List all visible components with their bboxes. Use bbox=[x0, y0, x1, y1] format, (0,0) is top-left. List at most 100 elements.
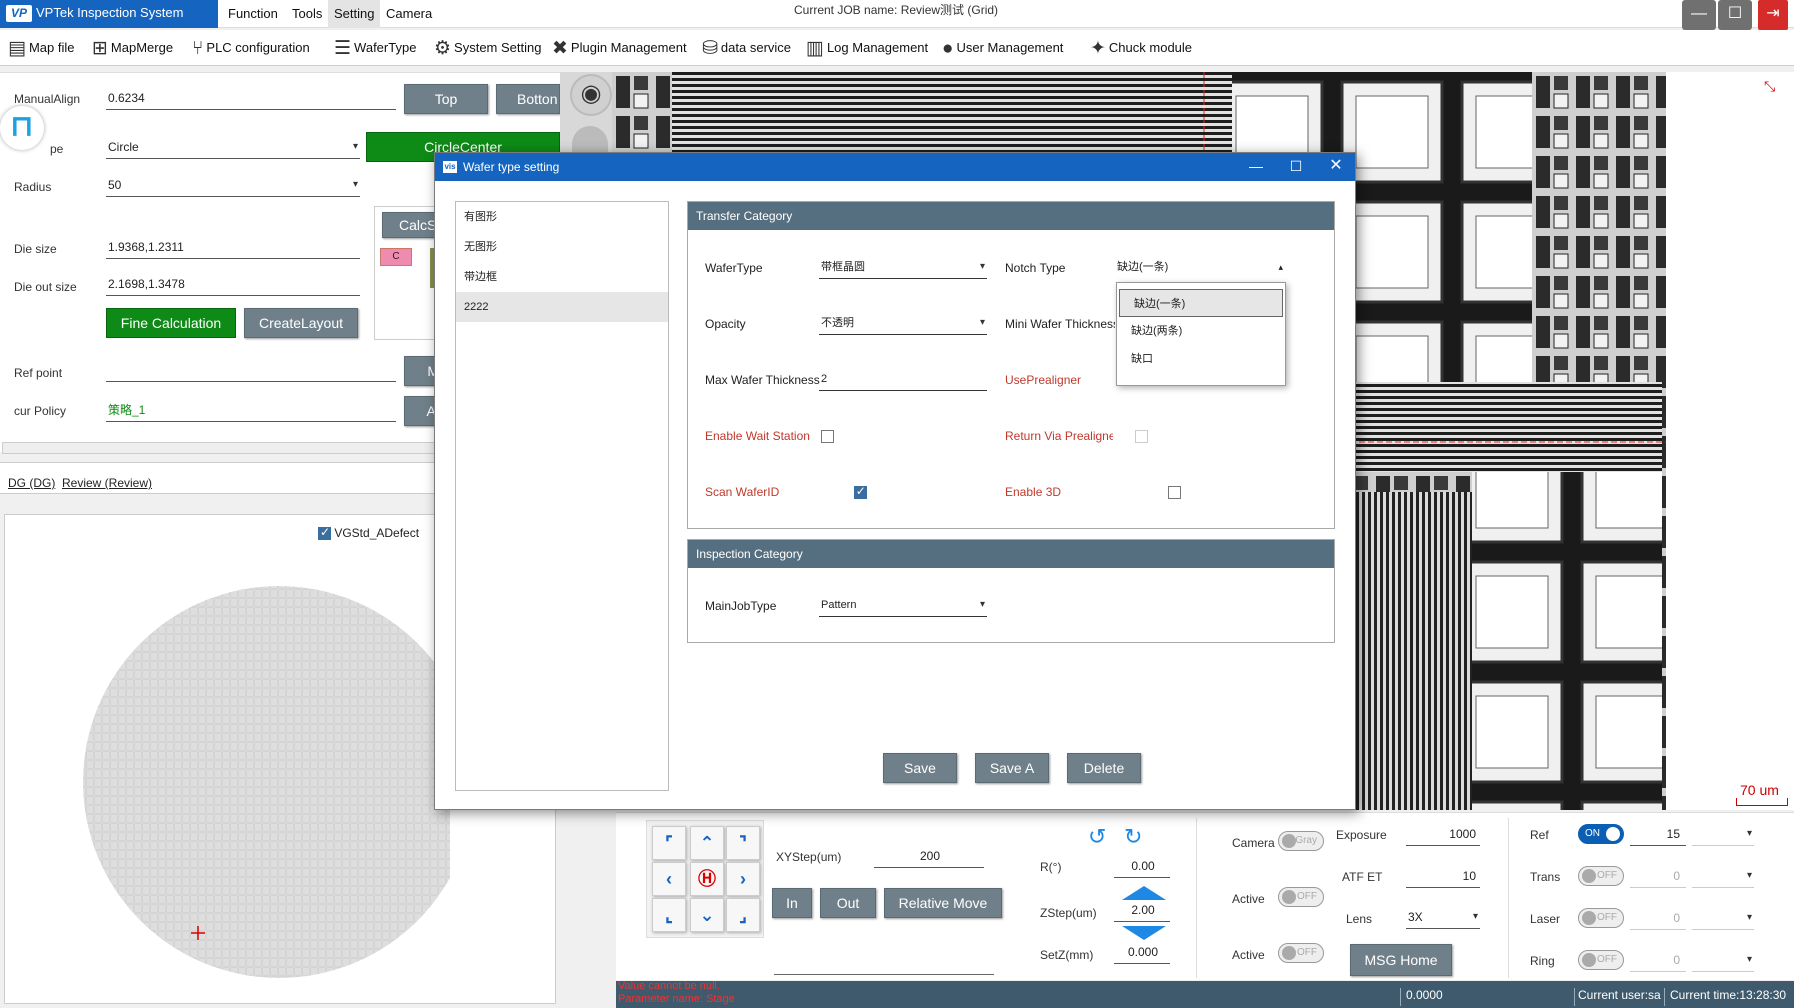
gray-toggle[interactable]: Gray bbox=[1278, 831, 1324, 851]
setz-field[interactable]: 0.000 bbox=[1114, 942, 1170, 964]
in-button[interactable]: In bbox=[772, 888, 812, 918]
save-as-button[interactable]: Save A bbox=[975, 753, 1049, 783]
atf-field[interactable]: 10 bbox=[1406, 866, 1480, 888]
home-icon[interactable]: Ⓗ bbox=[690, 862, 724, 896]
radius-combo[interactable]: 50 bbox=[106, 175, 360, 197]
jog-down-left-icon[interactable]: ⌞ bbox=[652, 898, 686, 932]
fine-calculation-button[interactable]: Fine Calculation bbox=[106, 308, 236, 338]
data-service-button[interactable]: ⛁ data service bbox=[702, 34, 791, 62]
return-prealigner-checkbox[interactable] bbox=[1135, 430, 1149, 444]
jog-down-icon[interactable]: ⌄ bbox=[690, 898, 724, 932]
rotate-cw-icon[interactable]: ↻ bbox=[1124, 824, 1142, 850]
ring-light-combo[interactable] bbox=[1692, 950, 1754, 972]
scan-waferid-checkbox[interactable] bbox=[853, 484, 867, 500]
list-item[interactable]: 带边框 bbox=[456, 262, 668, 292]
bottom-button[interactable]: Botton bbox=[496, 84, 560, 114]
lens-combo[interactable]: 3X bbox=[1406, 907, 1480, 929]
plc-config-button[interactable]: ⑂ PLC configuration bbox=[192, 34, 310, 62]
camera-icon[interactable]: ◉ bbox=[570, 74, 612, 116]
floating-logo-icon[interactable]: ⊓ bbox=[0, 106, 44, 150]
maximize-button[interactable]: ☐ bbox=[1718, 0, 1752, 30]
dropdown-option[interactable]: 缺边(两条) bbox=[1117, 317, 1285, 345]
dialog-maximize-icon[interactable]: ☐ bbox=[1281, 153, 1311, 181]
jog-up-icon[interactable]: ⌃ bbox=[690, 826, 724, 860]
jog-down-right-icon[interactable]: ⌟ bbox=[726, 898, 760, 932]
z-down-icon[interactable] bbox=[1122, 926, 1166, 940]
xystep-field[interactable]: 200 bbox=[874, 846, 984, 868]
r-field[interactable]: 0.00 bbox=[1114, 856, 1170, 878]
ref-light-combo[interactable] bbox=[1692, 824, 1754, 846]
mapmerge-button[interactable]: ⊞ MapMerge bbox=[92, 34, 173, 62]
notch-type-combo[interactable]: 缺边(一条) ▴ bbox=[1115, 257, 1285, 279]
tab-review[interactable]: Review (Review) bbox=[62, 476, 152, 490]
list-item[interactable]: 有图形 bbox=[456, 202, 668, 232]
exit-icon[interactable]: ⇥ bbox=[1758, 0, 1788, 30]
create-layout-button[interactable]: CreateLayout bbox=[244, 308, 358, 338]
dialog-minimize-icon[interactable]: — bbox=[1241, 153, 1271, 181]
trans-light-toggle[interactable]: OFF bbox=[1578, 866, 1624, 886]
trans-light-combo[interactable] bbox=[1692, 866, 1754, 888]
ring-light-toggle[interactable]: OFF bbox=[1578, 950, 1624, 970]
tools-icon: ✖ bbox=[552, 37, 568, 59]
dropdown-option[interactable]: 缺边(一条) bbox=[1119, 289, 1283, 317]
plugin-management-button[interactable]: ✖ Plugin Management bbox=[552, 34, 687, 62]
menu-tools[interactable]: Tools bbox=[286, 0, 328, 28]
menu-function[interactable]: Function bbox=[222, 0, 284, 28]
menu-setting[interactable]: Setting bbox=[328, 0, 381, 28]
top-button[interactable]: Top bbox=[404, 84, 488, 114]
die-out-size-field[interactable]: 2.1698,1.3478 bbox=[106, 274, 360, 296]
policy-field[interactable]: 策略_1 bbox=[106, 400, 396, 422]
user-management-button[interactable]: ● User Management bbox=[942, 34, 1063, 62]
save-button[interactable]: Save bbox=[883, 753, 957, 783]
dialog-close-icon[interactable]: ✕ bbox=[1321, 153, 1351, 181]
wafer-type-combo[interactable]: 带框晶圆 bbox=[819, 257, 987, 279]
c-button[interactable]: C bbox=[380, 248, 412, 266]
system-setting-button[interactable]: ⚙ System Setting bbox=[434, 34, 541, 62]
main-job-type-combo[interactable]: Pattern bbox=[819, 595, 987, 617]
jog-up-right-icon[interactable]: ⌝ bbox=[726, 826, 760, 860]
max-thickness-field[interactable]: 2 bbox=[819, 369, 987, 391]
out-button[interactable]: Out bbox=[820, 888, 876, 918]
delete-button[interactable]: Delete bbox=[1067, 753, 1141, 783]
wafer-map[interactable] bbox=[70, 580, 450, 980]
ref-point-field[interactable] bbox=[106, 360, 396, 382]
relative-move-button[interactable]: Relative Move bbox=[884, 888, 1002, 918]
active-toggle-1[interactable]: OFF bbox=[1278, 887, 1324, 907]
trans-light-field[interactable]: 0 bbox=[1630, 866, 1686, 888]
die-size-field[interactable]: 1.9368,1.2311 bbox=[106, 237, 360, 259]
jog-left-icon[interactable]: ‹ bbox=[652, 862, 686, 896]
log-management-button[interactable]: ▥ Log Management bbox=[806, 34, 928, 62]
rotate-ccw-icon[interactable]: ↺ bbox=[1088, 824, 1106, 850]
exposure-field[interactable]: 1000 bbox=[1406, 824, 1480, 846]
active-toggle-2[interactable]: OFF bbox=[1278, 943, 1324, 963]
map-file-button[interactable]: ▤ Map file bbox=[8, 34, 74, 62]
zstep-field[interactable]: 2.00 bbox=[1114, 900, 1170, 922]
ref-light-field[interactable]: 15 bbox=[1630, 824, 1686, 846]
error-message: Value cannot be null. Parameter name: Sta… bbox=[618, 980, 735, 1005]
chuck-module-button[interactable]: ✦ Chuck module bbox=[1090, 34, 1192, 62]
minimize-button[interactable]: — bbox=[1682, 0, 1716, 30]
manual-align-field[interactable]: 0.6234 bbox=[106, 88, 396, 110]
divider bbox=[1400, 988, 1401, 1006]
menu-camera[interactable]: Camera bbox=[380, 0, 438, 28]
list-item[interactable]: 无图形 bbox=[456, 232, 668, 262]
wafertype-button[interactable]: ☰ WaferType bbox=[334, 34, 416, 62]
enable-3d-checkbox[interactable] bbox=[1168, 486, 1182, 500]
jog-right-icon[interactable]: › bbox=[726, 862, 760, 896]
expand-icon[interactable]: ⤡ bbox=[1764, 78, 1775, 95]
tab-dg[interactable]: DG (DG) bbox=[8, 476, 55, 490]
msg-home-button[interactable]: MSG Home bbox=[1350, 944, 1452, 976]
jog-up-left-icon[interactable]: ⌜ bbox=[652, 826, 686, 860]
wait-station-checkbox[interactable] bbox=[821, 430, 834, 444]
dropdown-option[interactable]: 缺口 bbox=[1117, 345, 1285, 373]
list-item[interactable]: 2222 bbox=[456, 292, 668, 322]
type-combo[interactable]: Circle bbox=[106, 137, 360, 159]
laser-toggle[interactable]: OFF bbox=[1578, 908, 1624, 928]
ring-light-field[interactable]: 0 bbox=[1630, 950, 1686, 972]
opacity-combo[interactable]: 不透明 bbox=[819, 313, 987, 335]
defect-filter-checkbox[interactable]: VGStd_ADefect bbox=[318, 525, 419, 541]
ref-light-toggle[interactable]: ON bbox=[1578, 824, 1624, 844]
z-up-icon[interactable] bbox=[1122, 886, 1166, 900]
laser-combo[interactable] bbox=[1692, 908, 1754, 930]
laser-field[interactable]: 0 bbox=[1630, 908, 1686, 930]
